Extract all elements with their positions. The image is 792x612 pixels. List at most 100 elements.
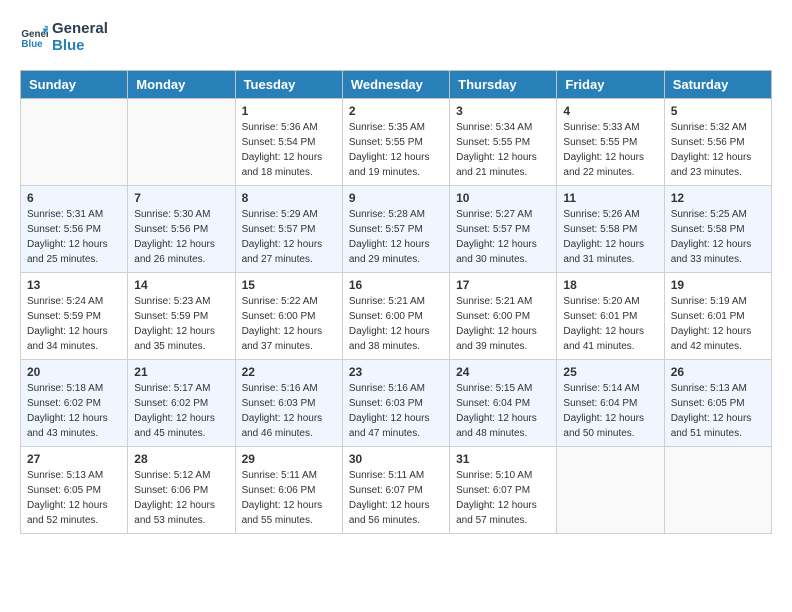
calendar-cell: 15 Sunrise: 5:22 AMSunset: 6:00 PMDayligh… bbox=[235, 273, 342, 360]
day-info: Sunrise: 5:18 AMSunset: 6:02 PMDaylight:… bbox=[27, 381, 121, 441]
day-info: Sunrise: 5:30 AMSunset: 5:56 PMDaylight:… bbox=[134, 207, 228, 267]
day-info: Sunrise: 5:22 AMSunset: 6:00 PMDaylight:… bbox=[242, 294, 336, 354]
header-day-wednesday: Wednesday bbox=[342, 71, 449, 99]
calendar-cell bbox=[21, 99, 128, 186]
header-day-friday: Friday bbox=[557, 71, 664, 99]
day-info: Sunrise: 5:15 AMSunset: 6:04 PMDaylight:… bbox=[456, 381, 550, 441]
day-info: Sunrise: 5:34 AMSunset: 5:55 PMDaylight:… bbox=[456, 120, 550, 180]
calendar-cell: 20 Sunrise: 5:18 AMSunset: 6:02 PMDayligh… bbox=[21, 360, 128, 447]
day-number: 15 bbox=[242, 278, 336, 292]
day-info: Sunrise: 5:21 AMSunset: 6:00 PMDaylight:… bbox=[456, 294, 550, 354]
day-info: Sunrise: 5:32 AMSunset: 5:56 PMDaylight:… bbox=[671, 120, 765, 180]
page-header: General Blue General Blue bbox=[20, 20, 772, 54]
day-number: 20 bbox=[27, 365, 121, 379]
day-info: Sunrise: 5:29 AMSunset: 5:57 PMDaylight:… bbox=[242, 207, 336, 267]
calendar-cell: 21 Sunrise: 5:17 AMSunset: 6:02 PMDayligh… bbox=[128, 360, 235, 447]
svg-text:Blue: Blue bbox=[21, 39, 43, 50]
day-info: Sunrise: 5:19 AMSunset: 6:01 PMDaylight:… bbox=[671, 294, 765, 354]
calendar-cell: 30 Sunrise: 5:11 AMSunset: 6:07 PMDayligh… bbox=[342, 447, 449, 534]
calendar-cell: 23Sunrise: 5:16 AMSunset: 6:03 PMDayligh… bbox=[342, 360, 449, 447]
header-row: SundayMondayTuesdayWednesdayThursdayFrid… bbox=[21, 71, 772, 99]
calendar-cell: 14 Sunrise: 5:23 AMSunset: 5:59 PMDayligh… bbox=[128, 273, 235, 360]
day-number: 25 bbox=[563, 365, 657, 379]
day-info: Sunrise: 5:11 AMSunset: 6:06 PMDaylight:… bbox=[242, 468, 336, 528]
week-row-4: 20 Sunrise: 5:18 AMSunset: 6:02 PMDayligh… bbox=[21, 360, 772, 447]
day-info: Sunrise: 5:23 AMSunset: 5:59 PMDaylight:… bbox=[134, 294, 228, 354]
week-row-5: 27Sunrise: 5:13 AMSunset: 6:05 PMDayligh… bbox=[21, 447, 772, 534]
day-info: Sunrise: 5:11 AMSunset: 6:07 PMDaylight:… bbox=[349, 468, 443, 528]
calendar-cell: 2 Sunrise: 5:35 AMSunset: 5:55 PMDaylight… bbox=[342, 99, 449, 186]
week-row-2: 6 Sunrise: 5:31 AMSunset: 5:56 PMDaylight… bbox=[21, 186, 772, 273]
header-day-monday: Monday bbox=[128, 71, 235, 99]
day-number: 11 bbox=[563, 191, 657, 205]
day-info: Sunrise: 5:31 AMSunset: 5:56 PMDaylight:… bbox=[27, 207, 121, 267]
week-row-3: 13 Sunrise: 5:24 AMSunset: 5:59 PMDayligh… bbox=[21, 273, 772, 360]
day-number: 26 bbox=[671, 365, 765, 379]
day-info: Sunrise: 5:36 AMSunset: 5:54 PMDaylight:… bbox=[242, 120, 336, 180]
calendar-cell: 4Sunrise: 5:33 AMSunset: 5:55 PMDaylight… bbox=[557, 99, 664, 186]
day-number: 2 bbox=[349, 104, 443, 118]
day-info: Sunrise: 5:28 AMSunset: 5:57 PMDaylight:… bbox=[349, 207, 443, 267]
calendar-cell: 8 Sunrise: 5:29 AMSunset: 5:57 PMDaylight… bbox=[235, 186, 342, 273]
calendar-cell: 27Sunrise: 5:13 AMSunset: 6:05 PMDayligh… bbox=[21, 447, 128, 534]
day-number: 30 bbox=[349, 452, 443, 466]
day-number: 21 bbox=[134, 365, 228, 379]
header-day-tuesday: Tuesday bbox=[235, 71, 342, 99]
day-info: Sunrise: 5:16 AMSunset: 6:03 PMDaylight:… bbox=[349, 381, 443, 441]
calendar-cell: 5 Sunrise: 5:32 AMSunset: 5:56 PMDaylight… bbox=[664, 99, 771, 186]
calendar-cell: 26 Sunrise: 5:13 AMSunset: 6:05 PMDayligh… bbox=[664, 360, 771, 447]
day-info: Sunrise: 5:33 AMSunset: 5:55 PMDaylight:… bbox=[563, 120, 657, 180]
day-number: 16 bbox=[349, 278, 443, 292]
day-number: 24 bbox=[456, 365, 550, 379]
day-info: Sunrise: 5:26 AMSunset: 5:58 PMDaylight:… bbox=[563, 207, 657, 267]
day-number: 12 bbox=[671, 191, 765, 205]
calendar-cell: 17 Sunrise: 5:21 AMSunset: 6:00 PMDayligh… bbox=[450, 273, 557, 360]
calendar-cell bbox=[557, 447, 664, 534]
logo-text-line1: General bbox=[52, 20, 108, 37]
day-info: Sunrise: 5:12 AMSunset: 6:06 PMDaylight:… bbox=[134, 468, 228, 528]
header-day-sunday: Sunday bbox=[21, 71, 128, 99]
day-info: Sunrise: 5:20 AMSunset: 6:01 PMDaylight:… bbox=[563, 294, 657, 354]
calendar-cell: 29Sunrise: 5:11 AMSunset: 6:06 PMDayligh… bbox=[235, 447, 342, 534]
calendar-cell: 22 Sunrise: 5:16 AMSunset: 6:03 PMDayligh… bbox=[235, 360, 342, 447]
day-info: Sunrise: 5:25 AMSunset: 5:58 PMDaylight:… bbox=[671, 207, 765, 267]
day-number: 17 bbox=[456, 278, 550, 292]
header-day-saturday: Saturday bbox=[664, 71, 771, 99]
day-info: Sunrise: 5:21 AMSunset: 6:00 PMDaylight:… bbox=[349, 294, 443, 354]
calendar-cell bbox=[128, 99, 235, 186]
calendar-cell: 18Sunrise: 5:20 AMSunset: 6:01 PMDayligh… bbox=[557, 273, 664, 360]
day-info: Sunrise: 5:24 AMSunset: 5:59 PMDaylight:… bbox=[27, 294, 121, 354]
calendar-cell: 6 Sunrise: 5:31 AMSunset: 5:56 PMDaylight… bbox=[21, 186, 128, 273]
calendar-cell: 3 Sunrise: 5:34 AMSunset: 5:55 PMDaylight… bbox=[450, 99, 557, 186]
day-info: Sunrise: 5:13 AMSunset: 6:05 PMDaylight:… bbox=[671, 381, 765, 441]
day-info: Sunrise: 5:16 AMSunset: 6:03 PMDaylight:… bbox=[242, 381, 336, 441]
day-info: Sunrise: 5:10 AMSunset: 6:07 PMDaylight:… bbox=[456, 468, 550, 528]
day-number: 8 bbox=[242, 191, 336, 205]
calendar-cell: 11 Sunrise: 5:26 AMSunset: 5:58 PMDayligh… bbox=[557, 186, 664, 273]
day-number: 5 bbox=[671, 104, 765, 118]
calendar-cell: 1 Sunrise: 5:36 AMSunset: 5:54 PMDaylight… bbox=[235, 99, 342, 186]
calendar-cell: 16 Sunrise: 5:21 AMSunset: 6:00 PMDayligh… bbox=[342, 273, 449, 360]
logo-text-line2: Blue bbox=[52, 37, 108, 54]
calendar-cell: 7Sunrise: 5:30 AMSunset: 5:56 PMDaylight… bbox=[128, 186, 235, 273]
day-number: 27 bbox=[27, 452, 121, 466]
day-number: 10 bbox=[456, 191, 550, 205]
header-day-thursday: Thursday bbox=[450, 71, 557, 99]
calendar-cell: 13 Sunrise: 5:24 AMSunset: 5:59 PMDayligh… bbox=[21, 273, 128, 360]
day-number: 13 bbox=[27, 278, 121, 292]
calendar-cell: 12 Sunrise: 5:25 AMSunset: 5:58 PMDayligh… bbox=[664, 186, 771, 273]
day-number: 14 bbox=[134, 278, 228, 292]
day-info: Sunrise: 5:17 AMSunset: 6:02 PMDaylight:… bbox=[134, 381, 228, 441]
day-number: 22 bbox=[242, 365, 336, 379]
day-number: 3 bbox=[456, 104, 550, 118]
day-number: 1 bbox=[242, 104, 336, 118]
calendar-cell: 9Sunrise: 5:28 AMSunset: 5:57 PMDaylight… bbox=[342, 186, 449, 273]
logo-icon: General Blue bbox=[20, 23, 48, 51]
logo: General Blue General Blue bbox=[20, 20, 108, 54]
day-number: 6 bbox=[27, 191, 121, 205]
day-number: 19 bbox=[671, 278, 765, 292]
day-info: Sunrise: 5:35 AMSunset: 5:55 PMDaylight:… bbox=[349, 120, 443, 180]
calendar-cell: 31Sunrise: 5:10 AMSunset: 6:07 PMDayligh… bbox=[450, 447, 557, 534]
calendar-cell: 10Sunrise: 5:27 AMSunset: 5:57 PMDayligh… bbox=[450, 186, 557, 273]
calendar-table: SundayMondayTuesdayWednesdayThursdayFrid… bbox=[20, 70, 772, 534]
